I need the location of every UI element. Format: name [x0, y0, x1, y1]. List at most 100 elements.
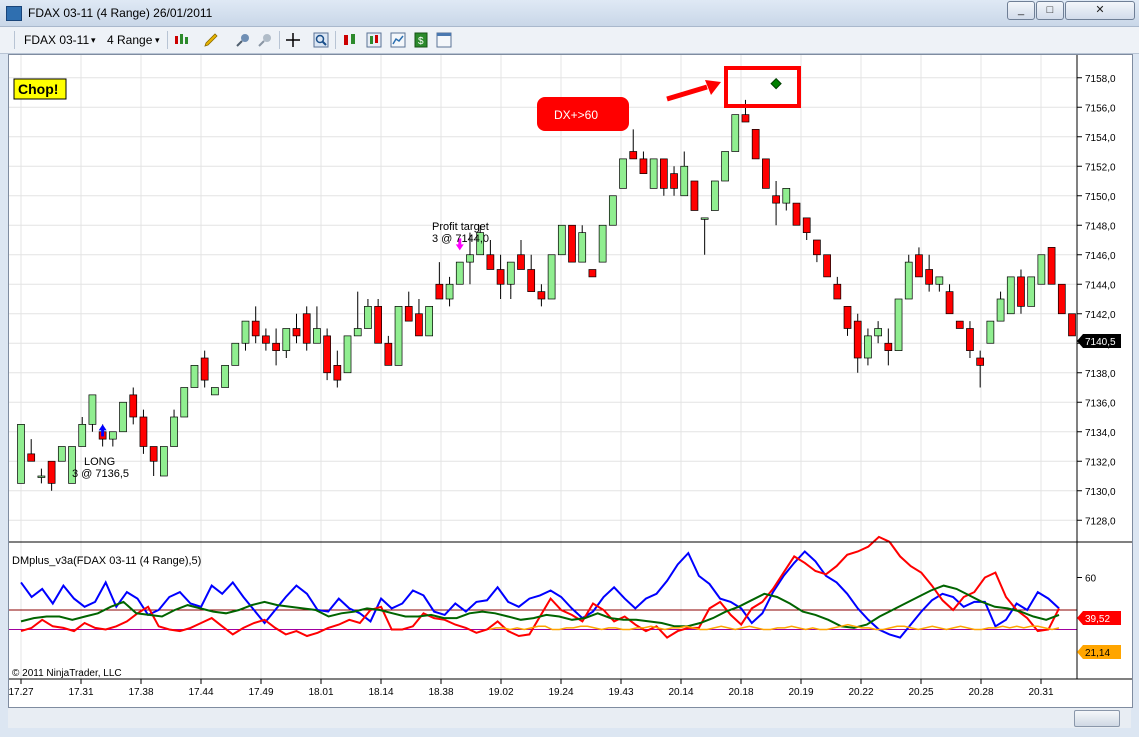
- down-candle: [323, 335, 331, 374]
- long-label: LONG: [84, 456, 115, 468]
- application-window: FDAX 03-11 (4 Range) 26/01/2011 _ □ ✕ FD…: [0, 0, 1139, 737]
- title-bar[interactable]: FDAX 03-11 (4 Range) 26/01/2011 _ □ ✕: [0, 0, 1139, 27]
- down-candle: [149, 446, 158, 462]
- down-candle: [292, 328, 301, 337]
- ninjatrader-app-icon: [6, 6, 22, 21]
- up-candle: [506, 261, 515, 285]
- time-tick-label: 20.22: [848, 687, 873, 698]
- zoom-in-icon[interactable]: [235, 32, 251, 48]
- time-tick-label: 17.44: [188, 687, 213, 698]
- chevron-down-icon[interactable]: ▾: [91, 31, 96, 49]
- crosshair-icon[interactable]: [285, 32, 301, 48]
- data-box-icon[interactable]: $: [413, 32, 429, 48]
- down-candle: [639, 158, 648, 174]
- time-tick-label: 20.28: [968, 687, 993, 698]
- time-tick-label: 20.31: [1028, 687, 1053, 698]
- chart-panel[interactable]: 7128,0 7130,0 7132,0 7134,0 7136,0 7138,0 7140…: [8, 54, 1133, 708]
- close-button[interactable]: ✕: [1065, 1, 1135, 20]
- price-tick-label: 7132,0: [1085, 457, 1116, 468]
- chart-canvas[interactable]: 7128,0 7130,0 7132,0 7134,0 7136,0 7138,0 7140…: [8, 55, 1132, 707]
- dm-minus-line: [20, 535, 1060, 639]
- price-tick-label: 7158,0: [1085, 74, 1116, 85]
- last-price-value: 7140,5: [1085, 337, 1116, 348]
- down-candle: [772, 195, 780, 204]
- down-candle: [843, 306, 852, 329]
- interval-selector[interactable]: 4 Range: [107, 31, 152, 49]
- down-candle: [813, 239, 821, 256]
- down-candle: [129, 394, 138, 418]
- down-candle: [486, 254, 495, 270]
- bar-type-icon[interactable]: [173, 32, 191, 48]
- up-candle: [119, 401, 127, 433]
- profit-target-fill: 3 @ 7144,0: [432, 233, 489, 245]
- dm-minus-value: 39,52: [1085, 614, 1110, 625]
- down-candle: [1057, 283, 1066, 315]
- up-candle: [904, 261, 913, 300]
- up-candle: [996, 298, 1005, 322]
- down-candle: [200, 357, 209, 381]
- up-candle: [313, 328, 321, 344]
- indicators-icon[interactable]: [366, 32, 382, 48]
- time-tick-label: 18.38: [428, 687, 453, 698]
- chart-props-icon[interactable]: [390, 32, 406, 48]
- up-candle: [711, 180, 719, 211]
- window-title: FDAX 03-11 (4 Range) 26/01/2011: [28, 6, 213, 20]
- time-axis: 17.27 17.31 17.38 17.44 17.49 18.01 18.14 18.38…: [8, 679, 1054, 698]
- down-candle: [792, 202, 801, 226]
- time-tick-label: 20.19: [788, 687, 813, 698]
- up-candle: [578, 232, 587, 263]
- down-candle: [1017, 276, 1025, 307]
- instrument-selector[interactable]: FDAX 03-11: [24, 31, 89, 49]
- down-candle: [945, 291, 954, 315]
- red-arrowhead-icon: [705, 80, 721, 95]
- down-candle: [629, 151, 638, 160]
- zoom-out-icon[interactable]: [257, 32, 273, 48]
- down-candle: [976, 357, 985, 366]
- magnify-icon[interactable]: [313, 32, 329, 48]
- up-candle: [170, 416, 178, 447]
- down-candle: [833, 283, 842, 300]
- chevron-down-icon[interactable]: ▾: [155, 31, 160, 49]
- up-candle: [282, 328, 291, 351]
- minimize-button[interactable]: _: [1007, 1, 1035, 20]
- up-candle: [17, 424, 25, 484]
- price-tick-label: 7144,0: [1085, 280, 1116, 291]
- up-candle: [680, 165, 689, 197]
- properties-icon[interactable]: [436, 32, 452, 48]
- down-candle: [823, 254, 831, 278]
- profit-target-label: Profit target: [432, 221, 489, 233]
- price-axis: 7128,0 7130,0 7132,0 7134,0 7136,0 7138,0 7140…: [1077, 74, 1116, 527]
- down-candle: [517, 254, 525, 270]
- price-tick-label: 7130,0: [1085, 487, 1116, 498]
- up-candle: [343, 335, 352, 374]
- copyright: © 2011 NinjaTrader, LLC: [12, 668, 122, 679]
- down-candle: [139, 416, 148, 447]
- down-candle: [537, 291, 546, 300]
- up-candle: [1027, 276, 1036, 307]
- up-candle: [108, 431, 117, 440]
- down-candle: [435, 283, 444, 300]
- up-candle: [986, 320, 995, 344]
- time-tick-label: 20.18: [728, 687, 753, 698]
- down-candle: [741, 114, 750, 123]
- price-tick-label: 7154,0: [1085, 133, 1116, 144]
- maximize-button[interactable]: □: [1036, 1, 1064, 20]
- time-tick-label: 18.14: [368, 687, 393, 698]
- time-tick-label: 17.38: [128, 687, 153, 698]
- strategies-icon[interactable]: [342, 32, 358, 48]
- down-candle: [915, 254, 923, 278]
- up-candle: [160, 446, 168, 477]
- horizontal-scrollbar[interactable]: [8, 708, 1131, 728]
- toolbar-separator: [14, 31, 15, 49]
- down-candle: [415, 313, 423, 337]
- down-candle: [384, 342, 393, 366]
- indicator-lines: [20, 535, 1060, 639]
- up-candle: [466, 254, 474, 263]
- scroll-thumb[interactable]: [1074, 710, 1120, 727]
- up-candle: [353, 328, 362, 337]
- grid: [9, 55, 1077, 679]
- drawing-tool-icon[interactable]: [203, 32, 219, 48]
- down-candle: [588, 269, 597, 278]
- up-candle: [874, 328, 882, 337]
- toolbar-separator: [335, 31, 336, 49]
